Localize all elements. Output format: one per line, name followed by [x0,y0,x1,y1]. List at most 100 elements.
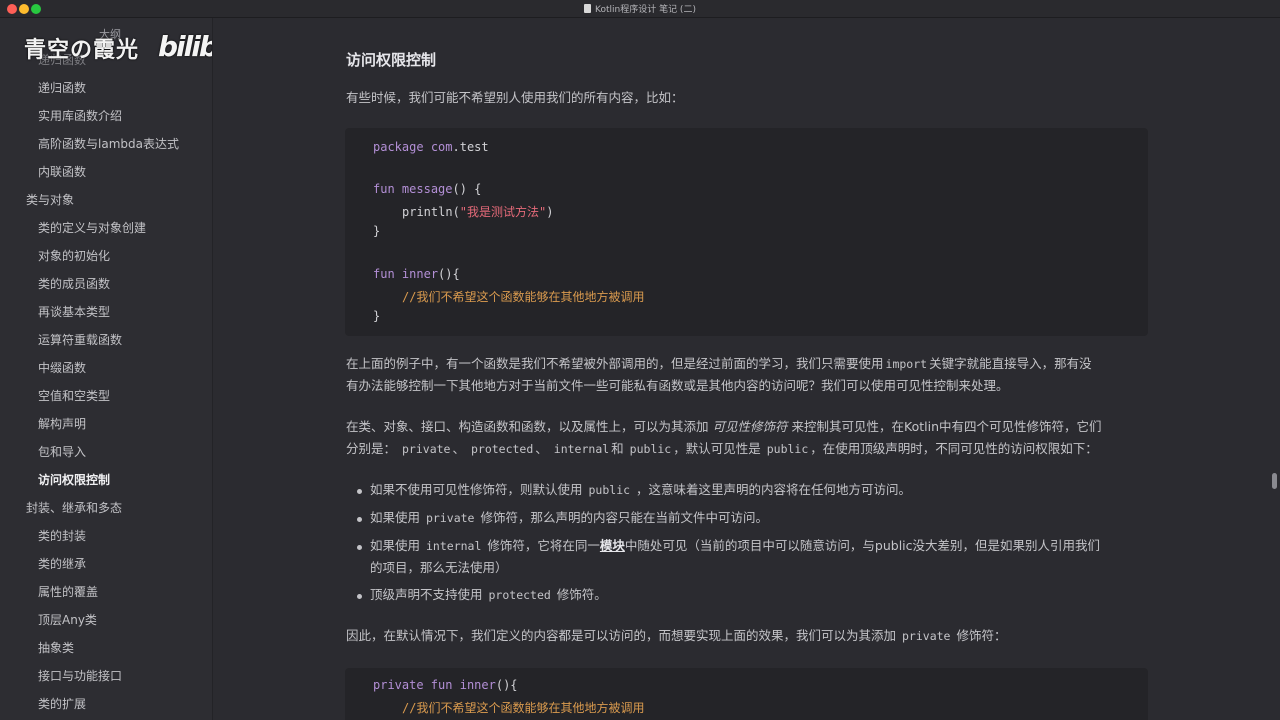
inline-code: public [629,442,672,456]
text-span: 、 [535,441,548,456]
text-span: 和 [611,441,624,456]
code-line: fun inner(){ [373,267,460,281]
list-item: 如果使用 internal 修饰符，它将在同一模块中随处可见（当前的项目中可以随… [370,535,1150,578]
toc-section[interactable]: 类与对象 [26,191,74,208]
toc-item[interactable]: 类的定义与对象创建 [38,219,146,236]
window-title: Kotlin程序设计 笔记 (二) [0,2,1280,15]
text-span: 如果不使用可见性修饰符，则默认使用 [370,482,583,497]
inline-code: public [766,442,809,456]
text-span: 修饰符： [956,628,1007,643]
text-span: 、 [452,441,465,456]
toc-item[interactable]: 空值和空类型 [38,387,110,404]
code-block: private fun inner(){ //我们不希望这个函数能够在其他地方被… [345,668,1148,720]
toc-item-active[interactable]: 访问权限控制 [38,471,110,488]
toc-item[interactable]: 包和导入 [38,443,86,460]
code-text: (){ [495,678,518,692]
window-title-text: Kotlin程序设计 笔记 (二) [595,5,696,15]
document-icon [584,4,592,13]
toc-item[interactable]: 再谈基本类型 [38,303,110,320]
watermark-text: 青空の霞光 [24,38,140,63]
code-line: } [373,224,381,238]
document-content: 访问权限控制 有些时候，我们可能不希望别人使用我们的所有内容，比如： packa… [214,18,1280,720]
toc-item[interactable]: 类的封装 [38,527,86,544]
text-span: ，这意味着这里声明的内容将在任何地方可访问。 [636,482,912,497]
module-link[interactable]: 模块 [600,538,625,553]
toc-item[interactable]: 对象的初始化 [38,247,110,264]
text-span: 分别是： [346,441,397,456]
code-function: inner [401,267,439,281]
bullet-dot [357,545,362,550]
code-comment: //我们不希望这个函数能够在其他地方被调用 [402,701,645,715]
text-span: 因此，在默认情况下，我们定义的内容都是可以访问的，而想要实现上面的效果，我们可以… [346,628,897,643]
text-span: 关键字就能直接导入，那有没 [929,356,1092,371]
content-scrollbar[interactable] [1272,473,1277,489]
code-text: (){ [438,267,460,281]
paragraph: 在上面的例子中，有一个函数是我们不希望被外部调用的，但是经过前面的学习，我们只需… [346,353,1152,397]
code-keyword: private fun [373,678,453,692]
text-span: 如果使用 [370,510,421,525]
code-string: "我是测试方法" [459,205,547,219]
section-heading: 访问权限控制 [346,51,437,69]
text-span: 在上面的例子中，有一个函数是我们不希望被外部调用的，但是经过前面的学习，我们只需… [346,356,884,371]
toc-item[interactable]: 类的继承 [38,555,86,572]
bullet-dot [357,594,362,599]
inline-code: import [885,357,928,371]
code-text: .test [452,140,489,154]
toc-item[interactable]: 实用库函数介绍 [38,107,122,124]
code-keyword: fun [373,267,395,281]
toc-item[interactable]: 属性的覆盖 [38,583,98,600]
text-span: 修饰符。 [556,587,607,602]
text-span: 在类、对象、接口、构造函数和函数，以及属性上，可以为其添加 [346,419,709,434]
bullet-dot [357,489,362,494]
code-line: private fun inner(){ [373,678,518,692]
code-text: println( [402,205,460,219]
text-span: 有办法能够控制一下其他地方对于当前文件一些可能私有函数或是其他内容的访问呢？我们… [346,378,1009,393]
toc-item[interactable]: 内联函数 [38,163,86,180]
toc-item[interactable]: 顶层Any类 [38,611,97,628]
code-line: println("我是测试方法") [402,203,553,220]
toc-item[interactable]: 中缀函数 [38,359,86,376]
bilibili-logo: bilibili [158,30,212,63]
paragraph: 因此，在默认情况下，我们定义的内容都是可以访问的，而想要实现上面的效果，我们可以… [346,625,1152,647]
code-block: package com.test fun message() { println… [345,128,1148,336]
list-item: 顶级声明不支持使用 protected 修饰符。 [370,584,1150,606]
text-span: 修饰符，它将在同一 [487,538,600,553]
toc-item[interactable]: 类的扩展 [38,695,86,712]
code-text: ) [546,205,554,219]
code-keyword: package [373,140,424,154]
code-text: () { [452,182,482,196]
toc-item[interactable]: 运算符重载函数 [38,331,122,348]
bullet-dot [357,517,362,522]
paragraph: 在类、对象、接口、构造函数和函数，以及属性上，可以为其添加 可见性修饰符 来控制… [346,416,1152,460]
inline-code: internal [426,539,482,553]
text-span: ，默认可见性是 [673,441,761,456]
code-line: fun message() { [373,182,481,196]
inline-code: protected [488,588,551,602]
text-span: 如果使用 [370,538,421,553]
window-titlebar: Kotlin程序设计 笔记 (二) [0,0,1280,18]
text-span: 的项目，那么无法使用） [370,560,508,575]
text-span: 来控制其可见性，在Kotlin中有四个可见性修饰符，它们 [791,419,1102,434]
text-span: 中随处可见（当前的项目中可以随意访问，与public没大差别，但是如果别人引用我… [624,538,1101,553]
toc-item[interactable]: 解构声明 [38,415,86,432]
code-comment: //我们不希望这个函数能够在其他地方被调用 [402,290,645,304]
code-package: com [430,140,453,154]
toc-item[interactable]: 抽象类 [38,639,74,656]
toc-item[interactable]: 类的成员函数 [38,275,110,292]
code-line: package com.test [373,140,489,154]
outline-sidebar: 大纲 递归函数 递归函数 实用库函数介绍 高阶函数与lambda表达式 内联函数… [0,18,213,720]
code-function: inner [459,678,496,692]
code-keyword: fun [373,182,395,196]
list-item: 如果使用 private 修饰符，那么声明的内容只能在当前文件中可访问。 [370,507,1150,529]
inline-code: internal [553,442,610,456]
inline-code: private [402,442,451,456]
text-span: ，在使用顶级声明时，不同可见性的访问权限如下： [810,441,1098,456]
toc-item[interactable]: 递归函数 [38,79,86,96]
text-span: 修饰符，那么声明的内容只能在当前文件中可访问。 [480,510,768,525]
toc-item[interactable]: 接口与功能接口 [38,667,122,684]
inline-code: private [902,629,951,643]
toc-item[interactable]: 高阶函数与lambda表达式 [38,135,179,152]
inline-code: public [588,483,631,497]
toc-section[interactable]: 封装、继承和多态 [26,499,122,516]
code-line: } [373,309,381,323]
